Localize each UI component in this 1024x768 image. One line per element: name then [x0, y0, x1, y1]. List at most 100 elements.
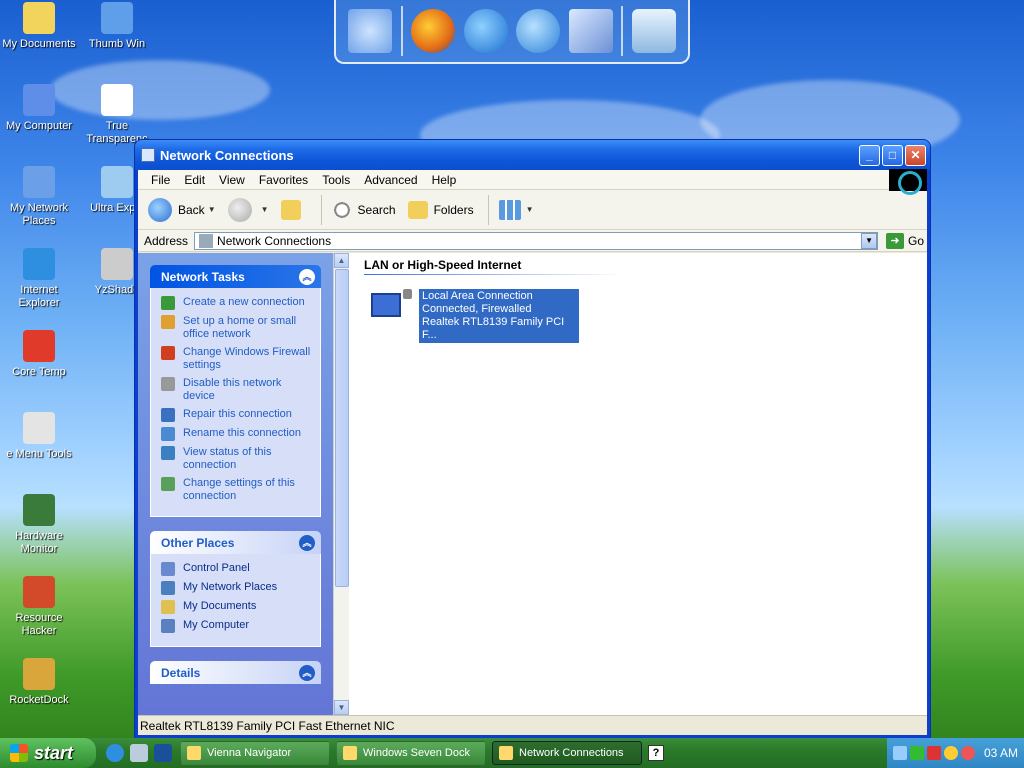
- task-label: Change Windows Firewall settings: [183, 346, 311, 371]
- taskbar-button[interactable]: Vienna Navigator: [180, 741, 330, 765]
- task-icon: [161, 315, 175, 329]
- taskbar-buttons: Vienna Navigator Windows Seven Dock Networ…: [180, 741, 648, 765]
- task-label: Set up a home or small office network: [183, 315, 297, 340]
- maximize-button[interactable]: □: [882, 144, 903, 166]
- desktop-icon[interactable]: My Computer: [0, 84, 78, 133]
- desktop-icon[interactable]: Resource Hacker: [0, 576, 78, 638]
- firewall-lock-icon: [403, 289, 412, 299]
- forward-dropdown-icon[interactable]: ▼: [261, 205, 269, 214]
- desktop-icon[interactable]: True Transparenc: [78, 84, 156, 146]
- ie-quicklaunch-icon[interactable]: [106, 744, 124, 762]
- collapse-chevron-icon[interactable]: ︽: [299, 268, 315, 285]
- menu-file[interactable]: File: [144, 173, 177, 187]
- other-places-header[interactable]: Other Places ︽: [150, 531, 321, 554]
- back-dropdown-icon[interactable]: ▼: [208, 205, 216, 214]
- network-task-link[interactable]: Change Windows Firewall settings: [161, 346, 314, 372]
- start-button[interactable]: start: [0, 738, 96, 768]
- address-value: Network Connections: [217, 233, 332, 248]
- forward-button[interactable]: ▼: [224, 194, 273, 226]
- menu-edit[interactable]: Edit: [177, 173, 212, 187]
- network-task-link[interactable]: View status of this connection: [161, 446, 314, 472]
- folders-icon: [407, 200, 428, 219]
- alert-tray-icon[interactable]: [960, 746, 975, 760]
- control-panel-icon[interactable]: [568, 9, 613, 53]
- task-pane: Network Tasks ︽ Create a new connection S…: [138, 253, 349, 715]
- search-button[interactable]: Search: [328, 194, 400, 226]
- other-place-link[interactable]: My Computer: [161, 619, 314, 633]
- close-button[interactable]: ✕: [905, 144, 926, 166]
- ie-icon[interactable]: [463, 9, 508, 53]
- place-label: Control Panel: [183, 562, 250, 574]
- task-icon: [161, 408, 175, 422]
- search-icon: [331, 199, 352, 220]
- network-task-link[interactable]: Create a new connection: [161, 296, 314, 310]
- connection-name: Local Area Connection: [422, 290, 533, 302]
- desktop-icon[interactable]: Hardware Monitor: [0, 494, 78, 556]
- network-task-link[interactable]: Set up a home or small office network: [161, 315, 314, 341]
- windows-throbber-icon: [889, 168, 927, 195]
- other-places-title: Other Places: [161, 535, 235, 550]
- folders-button[interactable]: Folders: [404, 194, 478, 226]
- up-folder-button[interactable]: [277, 194, 311, 226]
- other-place-link[interactable]: My Documents: [161, 600, 314, 614]
- clock[interactable]: 03 AM: [984, 746, 1018, 760]
- other-place-link[interactable]: My Network Places: [161, 581, 314, 595]
- messenger-tray-icon[interactable]: [943, 746, 958, 760]
- other-place-link[interactable]: Control Panel: [161, 562, 314, 576]
- monitor-icon[interactable]: [348, 9, 393, 53]
- taskbar-button[interactable]: Windows Seven Dock: [336, 741, 486, 765]
- task-label: Change settings of this connection: [183, 477, 295, 502]
- address-dropdown-button[interactable]: ▼: [861, 232, 878, 249]
- other-places-list: Control Panel My Network Places My Documen…: [150, 554, 321, 647]
- place-icon: [161, 600, 175, 614]
- go-label: Go: [908, 233, 925, 248]
- network-task-link[interactable]: Repair this connection: [161, 408, 314, 422]
- desktop-icon[interactable]: Internet Explorer: [0, 248, 78, 310]
- network-tray-icon[interactable]: [892, 746, 907, 760]
- menu-tools[interactable]: Tools: [315, 173, 357, 187]
- desktop-shortcut-icon: [101, 166, 133, 198]
- minimize-button[interactable]: _: [859, 144, 880, 166]
- network-task-link[interactable]: Rename this connection: [161, 427, 314, 441]
- desktop-icon[interactable]: RocketDock: [0, 658, 78, 707]
- menu-advanced[interactable]: Advanced: [357, 173, 424, 187]
- task-pane-scrollbar[interactable]: ▲ ▼: [333, 253, 349, 715]
- title-bar[interactable]: Network Connections _ □ ✕: [135, 140, 930, 170]
- menu-favorites[interactable]: Favorites: [252, 173, 315, 187]
- desktop-icon[interactable]: e Menu Tools: [0, 412, 78, 461]
- firefox-icon[interactable]: [411, 9, 456, 53]
- place-icon: [161, 619, 175, 633]
- network-tasks-header[interactable]: Network Tasks ︽: [150, 265, 321, 288]
- firewall-tray-icon[interactable]: [909, 746, 924, 760]
- local-area-connection-item[interactable]: Local Area Connection Connected, Firewal…: [367, 289, 579, 343]
- help-icon[interactable]: ?: [648, 745, 664, 761]
- windows-logo-icon: [10, 744, 28, 762]
- scroll-up-arrow[interactable]: ▲: [334, 253, 349, 268]
- desktop-icon[interactable]: Thumb Win: [78, 2, 156, 51]
- taskbar-button[interactable]: Network Connections: [492, 741, 642, 765]
- go-button[interactable]: ➜ Go: [886, 232, 925, 249]
- show-desktop-icon[interactable]: [130, 744, 148, 762]
- details-header[interactable]: Details ︽: [150, 661, 321, 684]
- scroll-thumb[interactable]: [335, 269, 349, 587]
- collapse-chevron-icon[interactable]: ︽: [299, 534, 315, 551]
- desktop-icon[interactable]: My Documents: [0, 2, 78, 51]
- network-task-link[interactable]: Change settings of this connection: [161, 477, 314, 503]
- security-tray-icon[interactable]: [926, 746, 941, 760]
- desktop-icon[interactable]: Core Temp: [0, 330, 78, 379]
- media-player-icon[interactable]: [516, 9, 561, 53]
- media-player-quicklaunch-icon[interactable]: [154, 744, 172, 762]
- recycle-bin-icon[interactable]: [631, 9, 676, 53]
- views-button[interactable]: ▼: [495, 194, 538, 226]
- collapse-chevron-icon[interactable]: ︽: [299, 664, 315, 681]
- menu-view[interactable]: View: [212, 173, 252, 187]
- desktop-icon-label: Thumb Win: [88, 38, 146, 50]
- network-task-link[interactable]: Disable this network device: [161, 377, 314, 403]
- desktop-icon[interactable]: My Network Places: [0, 166, 78, 228]
- address-input[interactable]: Network Connections ▼: [194, 231, 879, 250]
- dock-separator: [621, 6, 624, 56]
- scroll-down-arrow[interactable]: ▼: [334, 700, 349, 715]
- menu-help[interactable]: Help: [425, 173, 464, 187]
- back-label: Back: [178, 202, 205, 217]
- back-button[interactable]: Back ▼: [144, 194, 220, 226]
